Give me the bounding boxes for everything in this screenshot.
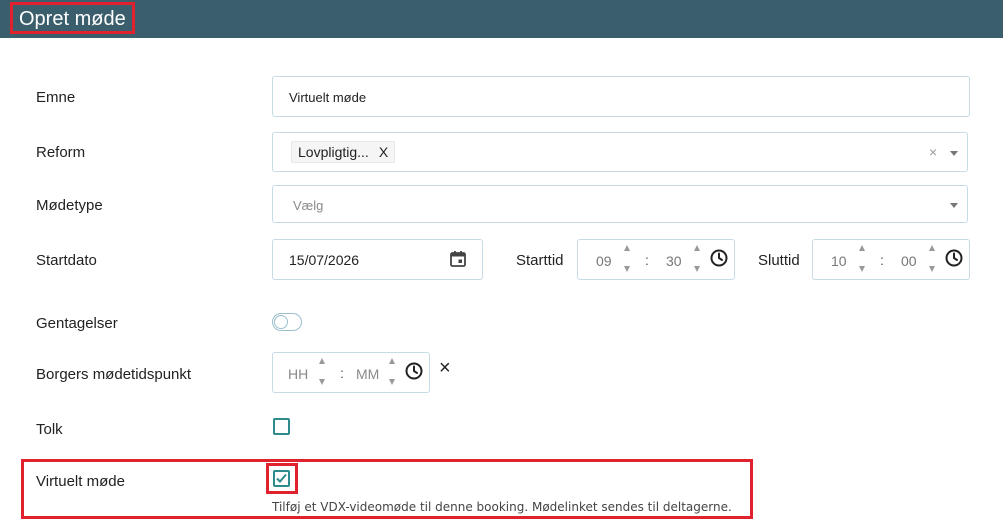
starttid-label: Starttid [516, 252, 564, 269]
minute-down-icon[interactable] [389, 379, 395, 385]
reform-select[interactable]: Lovpligtig... X × [272, 132, 968, 172]
hour-up-icon[interactable] [624, 245, 630, 251]
modetype-placeholder: Vælg [293, 198, 324, 213]
chevron-down-icon[interactable] [950, 151, 958, 156]
clock-icon[interactable] [405, 362, 423, 380]
clear-icon[interactable]: × [929, 144, 937, 160]
clock-icon[interactable] [710, 249, 728, 267]
minute-up-icon[interactable] [694, 245, 700, 251]
page-title: Opret møde [10, 2, 135, 34]
emne-label: Emne [36, 89, 76, 106]
sluttid-minute[interactable]: 00 [901, 253, 917, 269]
virtuelt-label: Virtuelt møde [36, 473, 125, 490]
tolk-checkbox[interactable] [273, 418, 290, 435]
tolk-label: Tolk [36, 421, 63, 438]
virtuelt-help-text: Tilføj et VDX-videomøde til denne bookin… [272, 500, 732, 514]
hour-placeholder[interactable]: HH [288, 366, 308, 382]
time-separator: : [340, 365, 344, 381]
borgers-label: Borgers mødetidspunkt [36, 366, 192, 383]
minute-down-icon[interactable] [929, 266, 935, 272]
sluttid-hour[interactable]: 10 [831, 253, 847, 269]
toggle-knob [274, 315, 288, 329]
starttid-hour[interactable]: 09 [596, 253, 612, 269]
hour-down-icon[interactable] [624, 266, 630, 272]
chevron-down-icon[interactable] [950, 203, 958, 208]
hour-up-icon[interactable] [319, 358, 325, 364]
page-header: Opret møde [0, 0, 1003, 38]
hour-up-icon[interactable] [859, 245, 865, 251]
emne-input[interactable]: Virtuelt møde [272, 76, 970, 117]
reform-label: Reform [36, 144, 86, 161]
startdato-input[interactable]: 15/07/2026 [272, 239, 483, 280]
check-icon [276, 473, 287, 483]
hour-down-icon[interactable] [319, 379, 325, 385]
minute-down-icon[interactable] [694, 266, 700, 272]
sluttid-label: Sluttid [758, 252, 800, 269]
hour-down-icon[interactable] [859, 266, 865, 272]
reform-tag-label: Lovpligtig... [298, 144, 369, 160]
calendar-icon[interactable] [449, 250, 467, 268]
modetype-select[interactable]: Vælg [272, 185, 968, 223]
time-separator: : [645, 252, 649, 268]
emne-value: Virtuelt møde [289, 90, 367, 105]
clear-time-icon[interactable]: × [439, 357, 451, 380]
modetype-label: Mødetype [36, 197, 103, 214]
minute-placeholder[interactable]: MM [356, 366, 379, 382]
reform-tag: Lovpligtig... X [291, 141, 396, 163]
minute-up-icon[interactable] [929, 245, 935, 251]
borgers-time-picker[interactable]: HH : MM [272, 352, 430, 393]
tag-remove-icon[interactable]: X [379, 144, 388, 160]
virtuelt-checkbox[interactable] [273, 470, 290, 487]
startdato-value: 15/07/2026 [289, 252, 360, 268]
clock-icon[interactable] [945, 249, 963, 267]
gentagelser-toggle[interactable] [272, 313, 302, 331]
startdato-label: Startdato [36, 252, 97, 269]
starttid-minute[interactable]: 30 [666, 253, 682, 269]
sluttid-picker[interactable]: 10 : 00 [812, 239, 970, 280]
starttid-picker[interactable]: 09 : 30 [577, 239, 735, 280]
gentagelser-label: Gentagelser [36, 315, 118, 332]
minute-up-icon[interactable] [389, 358, 395, 364]
time-separator: : [880, 252, 884, 268]
